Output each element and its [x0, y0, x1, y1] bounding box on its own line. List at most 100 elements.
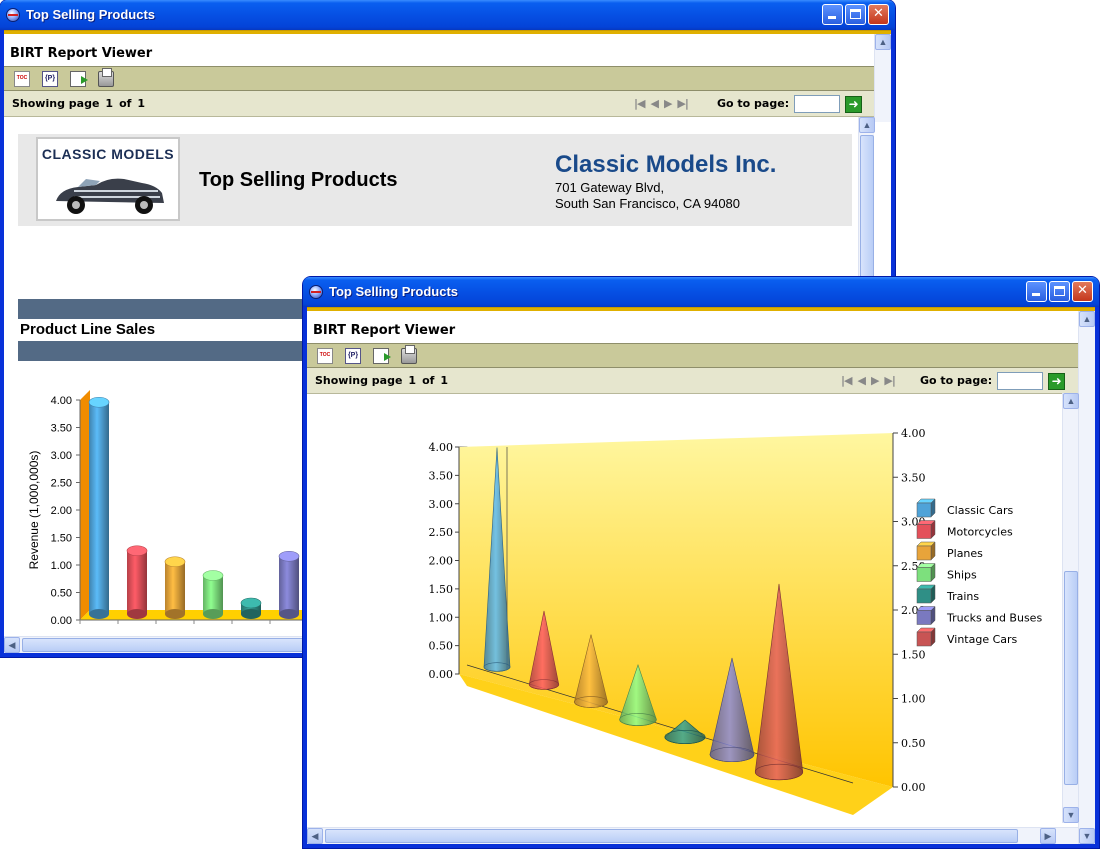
chart2-right-tick-label: 0.00 — [901, 781, 926, 794]
chart2-legend-swatch — [916, 567, 932, 582]
chart2-legend-label: Trains — [946, 590, 979, 603]
content-scroll-up-icon[interactable]: ▲ — [1063, 393, 1079, 409]
horizontal-scroll-thumb[interactable] — [325, 829, 1018, 843]
chart1-bar-base — [165, 609, 185, 619]
title-bar[interactable]: Top Selling Products ✕ — [303, 277, 1099, 307]
scroll-up-icon[interactable]: ▲ — [1079, 311, 1095, 327]
window-client: BIRT Report Viewer TOC {P} Showing page … — [307, 307, 1095, 844]
chart2-legend-label: Classic Cars — [947, 504, 1013, 517]
parameter-icon[interactable]: {P} — [345, 347, 361, 364]
showing-page-label: Showing page — [12, 97, 100, 110]
chart1-bar-body — [127, 550, 147, 614]
minimize-icon — [828, 16, 836, 19]
chart1-y-tick-label: 0.00 — [51, 615, 72, 627]
chart1-y-tick-label: 2.00 — [51, 505, 72, 517]
print-icon[interactable] — [401, 344, 417, 364]
viewer-toolbar: TOC {P} — [307, 343, 1078, 368]
content-vertical-scrollbar[interactable]: ▲ ▼ — [1062, 393, 1079, 823]
title-bar[interactable]: Top Selling Products ✕ — [0, 0, 895, 30]
scroll-up-icon[interactable]: ▲ — [875, 34, 891, 50]
export-icon[interactable] — [373, 347, 391, 364]
eclipse-app-icon — [6, 8, 20, 22]
go-button[interactable]: ➜ — [1048, 372, 1066, 390]
chart2-legend-swatch — [916, 524, 932, 539]
maximize-button[interactable] — [845, 4, 866, 25]
chart1-bar-top — [164, 556, 186, 568]
goto-page-input[interactable] — [997, 372, 1044, 390]
toc-icon[interactable]: TOC — [317, 347, 333, 364]
navigation-bar: Showing page 1 of 1 |◀ ◀ ▶ ▶| Go to page… — [4, 91, 874, 117]
export-icon[interactable] — [70, 70, 88, 87]
close-button[interactable]: ✕ — [1072, 281, 1093, 302]
maximize-button[interactable] — [1049, 281, 1070, 302]
chart2-right-tick-label: 1.00 — [901, 693, 926, 706]
chart2-right-tick-label: 1.50 — [901, 648, 926, 661]
report-header: CLASSIC MODELS Top Selling Products Clas… — [18, 134, 852, 226]
horizontal-scrollbar[interactable]: ◀ ▶ — [307, 827, 1078, 844]
current-page: 1 — [408, 374, 417, 387]
chart1-y-tick-label: 0.50 — [51, 588, 72, 600]
chart2-right-tick-label: 3.50 — [901, 471, 926, 484]
parameter-icon[interactable]: {P} — [42, 70, 58, 87]
go-button[interactable]: ➜ — [845, 95, 863, 113]
chart1-bar-base — [127, 609, 147, 619]
minimize-icon — [1032, 293, 1040, 296]
content-scroll-up-icon[interactable]: ▲ — [859, 117, 875, 133]
chart2-left-tick-label: 4.00 — [429, 441, 454, 454]
chart1-y-tick-label: 3.50 — [51, 423, 72, 435]
company-name: Classic Models Inc. — [555, 151, 777, 178]
viewer-title: BIRT Report Viewer — [313, 323, 456, 338]
print-icon[interactable] — [98, 67, 114, 87]
address-line-1: 701 Gateway Blvd, — [555, 180, 665, 195]
eclipse-app-icon — [309, 285, 323, 299]
last-page-icon[interactable]: ▶| — [884, 368, 896, 394]
last-page-icon[interactable]: ▶| — [677, 91, 689, 117]
chart1-y-tick-label: 4.00 — [51, 395, 72, 407]
chart2-left-tick-label: 3.50 — [429, 469, 454, 482]
chart1-bar-base — [241, 609, 261, 619]
chart1-side-wall — [80, 390, 90, 620]
scroll-right-icon[interactable]: ▶ — [1040, 828, 1056, 844]
cone-chart: 0.00 0.50 1.00 1.50 2.00 2.50 3.00 3.50 4.00 0.00… — [429, 427, 1042, 815]
window-title: Top Selling Products — [329, 284, 459, 299]
chart2-left-tick-label: 2.50 — [429, 526, 454, 539]
toc-icon[interactable]: TOC — [14, 70, 30, 87]
total-pages: 1 — [440, 374, 449, 387]
report-window-front[interactable]: Top Selling Products ✕ BIRT Report Viewe… — [303, 277, 1099, 848]
total-pages: 1 — [137, 97, 146, 110]
goto-label: Go to page: — [920, 374, 993, 387]
of-label: of — [422, 374, 435, 387]
previous-page-icon[interactable]: ◀ — [650, 91, 659, 117]
chart2-legend-label: Vintage Cars — [947, 633, 1018, 646]
content-scroll-thumb[interactable] — [1064, 571, 1078, 785]
minimize-button[interactable] — [822, 4, 843, 25]
report-content: 0.00 0.50 1.00 1.50 2.00 2.50 3.00 3.50 4.00 0.00… — [307, 393, 1057, 823]
chart1-bar-top — [278, 550, 300, 562]
content-scroll-down-icon[interactable]: ▼ — [1063, 807, 1079, 823]
viewer-toolbar: TOC {P} — [4, 66, 874, 91]
close-button[interactable]: ✕ — [868, 4, 889, 25]
chart2-legend-label: Planes — [947, 547, 983, 560]
current-page: 1 — [105, 97, 114, 110]
scroll-left-icon[interactable]: ◀ — [4, 637, 20, 653]
previous-page-icon[interactable]: ◀ — [857, 368, 866, 394]
next-page-icon[interactable]: ▶ — [871, 368, 880, 394]
scroll-down-icon[interactable]: ▼ — [1079, 828, 1095, 844]
first-page-icon[interactable]: |◀ — [841, 368, 853, 394]
chart1-bar-top — [126, 545, 148, 557]
section-title: Product Line Sales — [20, 321, 156, 338]
close-icon: ✕ — [873, 6, 884, 21]
outer-vertical-scrollbar[interactable]: ▲ — [874, 34, 891, 122]
showing-page-label: Showing page — [315, 374, 403, 387]
chart1-bar-base — [89, 609, 109, 619]
goto-label: Go to page: — [717, 97, 790, 110]
first-page-icon[interactable]: |◀ — [634, 91, 646, 117]
report-title: Top Selling Products — [199, 169, 398, 191]
minimize-button[interactable] — [1026, 281, 1047, 302]
next-page-icon[interactable]: ▶ — [664, 91, 673, 117]
window-title: Top Selling Products — [26, 7, 156, 22]
outer-vertical-scrollbar[interactable]: ▲ ▼ — [1078, 311, 1095, 844]
scroll-left-icon[interactable]: ◀ — [307, 828, 323, 844]
chart1-bar-top — [88, 396, 110, 408]
goto-page-input[interactable] — [794, 95, 841, 113]
